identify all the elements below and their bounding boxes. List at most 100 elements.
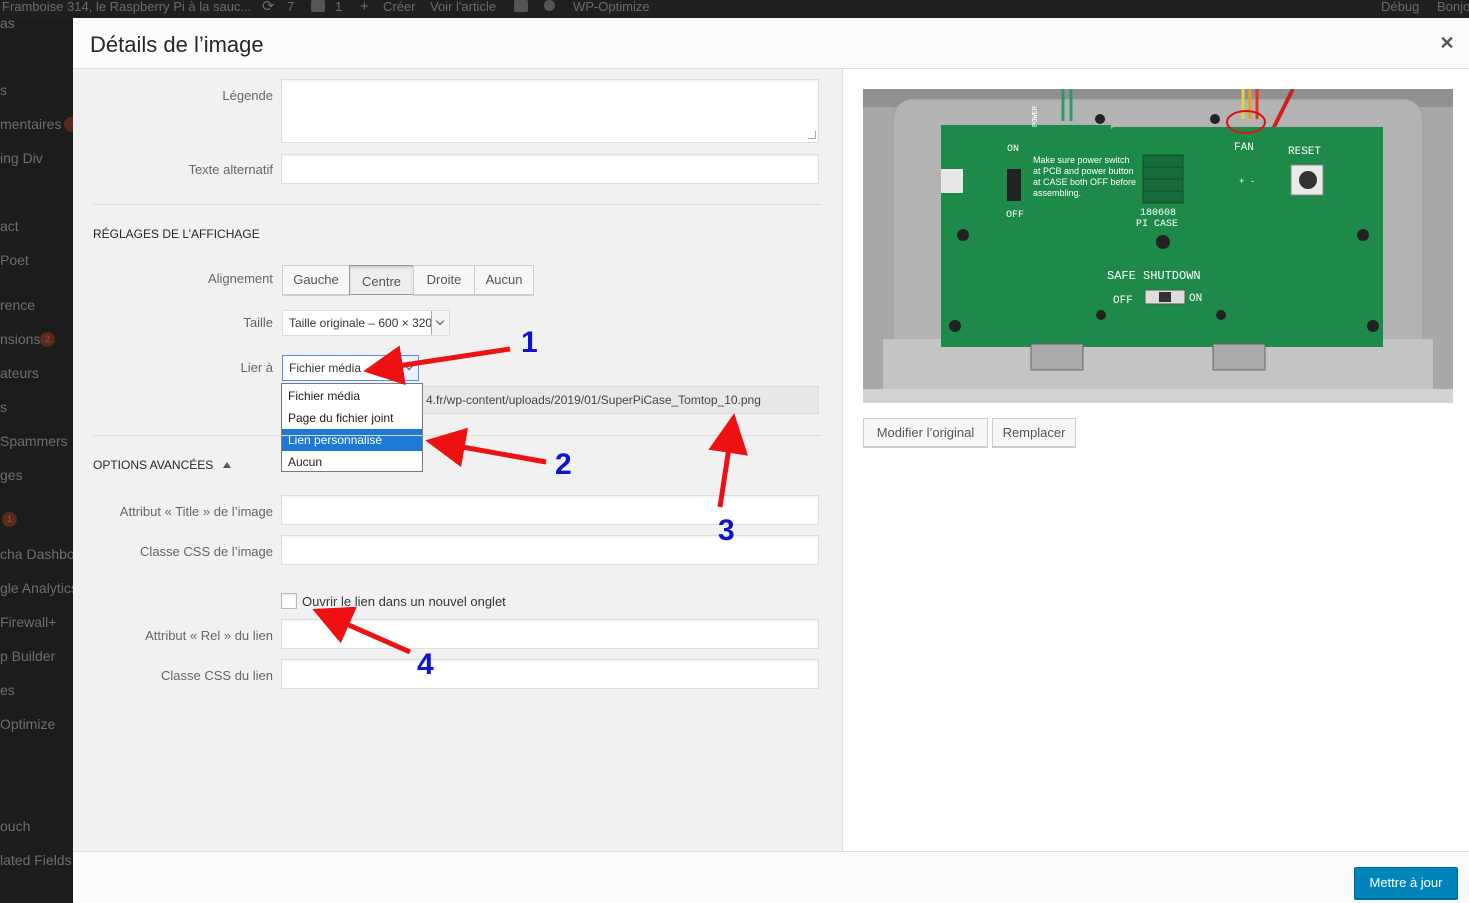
size-select-value: Taille originale – 600 × 320	[289, 316, 433, 330]
update-button[interactable]: Mettre à jour	[1354, 867, 1458, 899]
image-details-modal: Détails de l’image ✕ Légende Texte alter…	[73, 18, 1469, 903]
title-attribute-label: Attribut « Title » de l’image	[119, 504, 273, 519]
annotation-number-2: 2	[555, 448, 572, 481]
size-label: Taille	[243, 315, 273, 330]
wp-optimize-link[interactable]: WP-Optimize	[573, 0, 650, 13]
side-menu-item[interactable]: s	[0, 399, 7, 415]
view-post-link[interactable]: Voir l'article	[430, 0, 496, 13]
updates-icon[interactable]: ⟳	[262, 0, 275, 14]
link-css-class-label: Classe CSS du lien	[161, 668, 273, 683]
side-menu-item[interactable]: Spammers	[0, 433, 68, 449]
side-menu-item[interactable]: gle Analytics	[0, 580, 73, 596]
site-name-link[interactable]: Framboise 314, le Raspberry Pi à la sauc…	[2, 0, 251, 13]
option-none[interactable]: Aucun	[282, 451, 422, 473]
side-menu-item[interactable]: ouch	[0, 818, 30, 834]
annotation-number-3: 3	[718, 514, 735, 547]
rel-attribute-label: Attribut « Rel » du lien	[145, 628, 273, 643]
alt-text-label: Texte alternatif	[188, 162, 273, 177]
divider	[93, 435, 822, 436]
side-menu-item[interactable]: ing Div	[0, 150, 43, 166]
badge	[64, 117, 73, 132]
side-menu-item[interactable]: es	[0, 682, 15, 698]
resize-handle-icon[interactable]	[808, 131, 816, 139]
close-icon[interactable]: ✕	[1437, 33, 1457, 53]
pcb-off-text: OFF	[1006, 210, 1024, 221]
greeting-link[interactable]: Bonjo	[1437, 0, 1469, 13]
side-menu-item[interactable]: nsions	[0, 331, 40, 347]
display-settings-heading: RÉGLAGES DE L’AFFICHAGE	[93, 227, 260, 241]
modal-footer: Mettre à jour	[73, 851, 1469, 903]
align-left-button[interactable]: Gauche	[282, 265, 350, 295]
image-css-class-input[interactable]	[281, 535, 819, 565]
comments-icon[interactable]	[311, 0, 325, 12]
pcb-plus-minus-text: + -	[1239, 177, 1255, 187]
pcb-model-line-1: 180608	[1140, 208, 1176, 219]
option-custom-link[interactable]: Lien personnalisé	[282, 429, 422, 451]
new-tab-label[interactable]: Ouvrir le lien dans un nouvel onglet	[302, 594, 506, 609]
side-menu-item[interactable]: act	[0, 218, 19, 234]
modal-header: Détails de l’image ✕	[73, 18, 1469, 69]
side-menu-item[interactable]: Optimize	[0, 716, 55, 732]
triangle-up-icon	[222, 462, 231, 468]
settings-column: Légende Texte alternatif RÉGLAGES DE L’A…	[73, 69, 843, 851]
link-to-select[interactable]: Fichier média	[282, 355, 419, 381]
badge: 2	[40, 332, 55, 347]
advanced-options-toggle[interactable]: OPTIONS AVANCÉES	[93, 457, 231, 472]
plus-icon: +	[360, 0, 369, 15]
align-none-button[interactable]: Aucun	[474, 265, 534, 295]
side-menu-item[interactable]: Firewall+	[0, 614, 56, 630]
divider	[93, 204, 822, 205]
comments-count: 1	[335, 0, 343, 14]
pcb-safe-shutdown-text: SAFE SHUTDOWN	[1107, 269, 1201, 283]
rel-attribute-input[interactable]	[281, 619, 819, 649]
seo-status-icon	[544, 0, 555, 11]
new-tab-checkbox[interactable]	[281, 593, 297, 609]
pcb-power-text: POWER	[1032, 105, 1040, 127]
side-menu-item[interactable]: Poet	[0, 252, 29, 268]
pcb-model-line-2: PI CASE	[1136, 219, 1178, 230]
link-css-class-input[interactable]	[281, 659, 819, 689]
yoast-icon[interactable]	[514, 0, 528, 12]
pcb-note-line-1: Make sure power switch	[1033, 155, 1130, 165]
edit-original-button[interactable]: Modifier l’original	[863, 418, 988, 447]
caption-label: Légende	[222, 88, 273, 103]
alignment-label: Alignement	[207, 271, 273, 286]
link-url-value: 4.fr/wp-content/uploads/2019/01/SuperPiC…	[426, 393, 761, 407]
align-right-button[interactable]: Droite	[413, 265, 475, 295]
pcb-note-line-4: assembling.	[1033, 188, 1081, 198]
side-menu-item[interactable]: mentaires	[0, 116, 61, 132]
pcb-reset-text: RESET	[1288, 146, 1321, 158]
chevron-down-icon	[400, 356, 418, 380]
side-menu-item[interactable]: lated Fields	[0, 852, 72, 868]
image-css-class-label: Classe CSS de l’image	[140, 544, 273, 559]
link-to-dropdown: Fichier média Page du fichier joint Lien…	[281, 383, 423, 472]
annotation-number-4: 4	[417, 648, 434, 681]
link-to-label: Lier à	[240, 360, 273, 375]
debug-link[interactable]: Débug	[1381, 0, 1419, 13]
alt-text-input[interactable]	[281, 154, 819, 184]
side-menu-item[interactable]: s	[0, 82, 7, 98]
replace-button[interactable]: Remplacer	[992, 418, 1076, 447]
admin-side-menu: as s mentaires ing Div act Poet rence ns…	[0, 18, 73, 903]
badge: 1	[2, 512, 17, 527]
admin-bar: Framboise 314, le Raspberry Pi à la sauc…	[0, 0, 1469, 18]
title-attribute-input[interactable]	[281, 495, 819, 525]
caption-textarea[interactable]	[281, 79, 819, 143]
option-media-file[interactable]: Fichier média	[282, 385, 422, 407]
side-menu-item[interactable]: cha Dashboa	[0, 546, 73, 562]
side-menu-item[interactable]: p Builder	[0, 648, 55, 664]
preview-column: POWER ON OFF Make sure power switch at P…	[843, 69, 1469, 851]
side-menu-item[interactable]: rence	[0, 297, 35, 313]
size-select[interactable]: Taille originale – 600 × 320	[282, 310, 450, 336]
new-content-link[interactable]: Créer	[383, 0, 416, 13]
side-menu-subline: as	[0, 18, 15, 31]
modal-title: Détails de l’image	[90, 32, 264, 57]
chevron-down-icon	[431, 311, 449, 335]
pcb-note-line-2: at PCB and power button	[1033, 166, 1134, 176]
side-menu-item[interactable]: ateurs	[0, 365, 39, 381]
align-center-button[interactable]: Centre	[349, 265, 414, 295]
option-attachment-page[interactable]: Page du fichier joint	[282, 407, 422, 429]
side-menu-item[interactable]: ges	[0, 467, 23, 483]
pcb-on-text: ON	[1007, 144, 1019, 155]
image-preview: POWER ON OFF Make sure power switch at P…	[863, 89, 1453, 403]
